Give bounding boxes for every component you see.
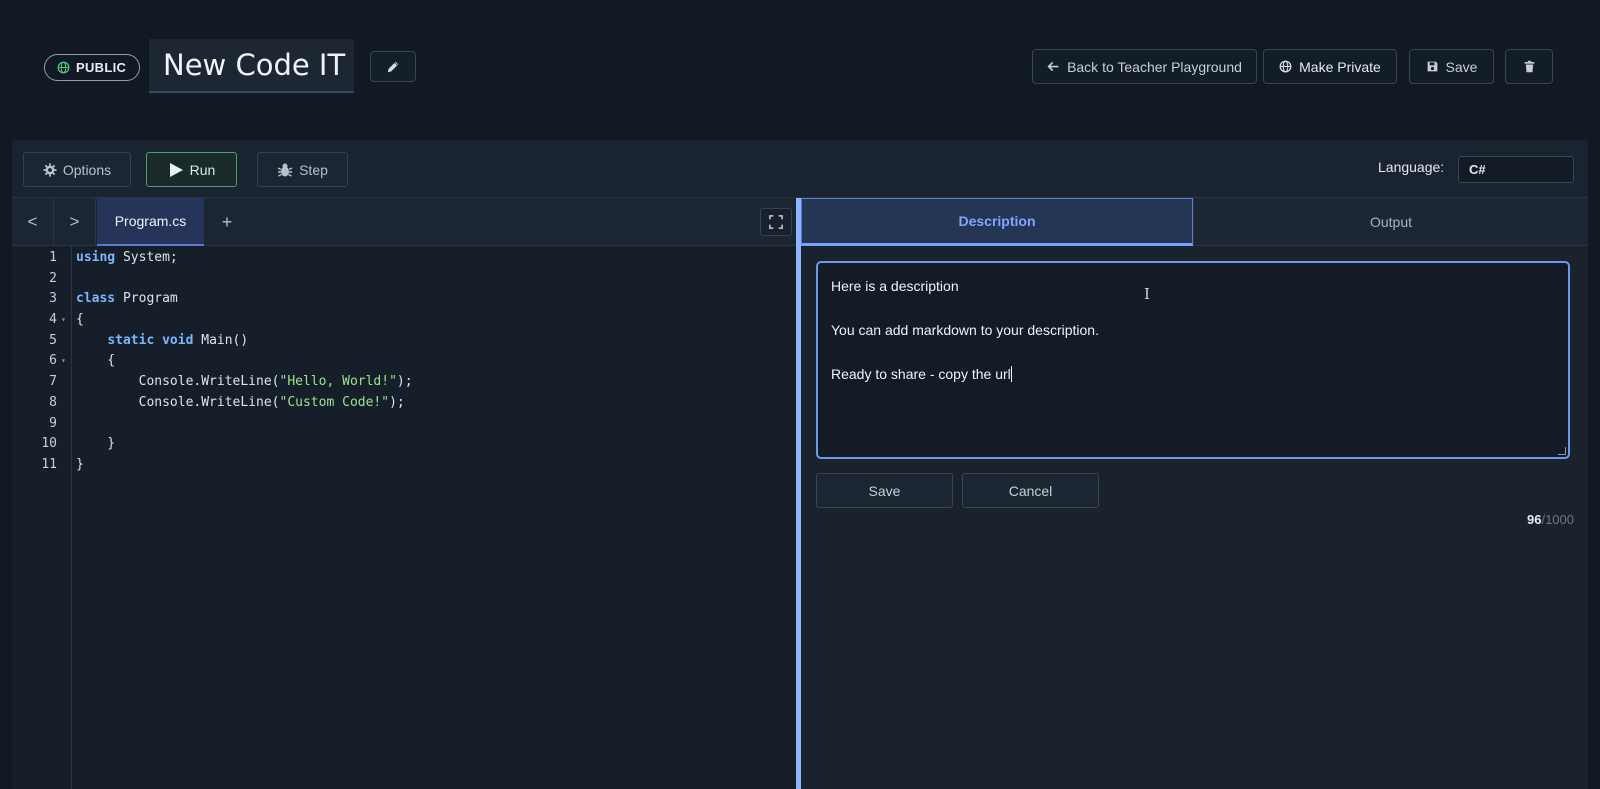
code-text: using System; [76, 250, 178, 265]
tab-output[interactable]: Output [1193, 198, 1588, 246]
save-project-label: Save [1445, 58, 1478, 75]
make-private-label: Make Private [1299, 58, 1381, 75]
tab-description[interactable]: Description [801, 198, 1193, 246]
prev-tab-button[interactable]: < [12, 198, 54, 246]
back-to-playground-button[interactable]: Back to Teacher Playground [1032, 49, 1257, 84]
play-icon [169, 162, 183, 177]
code-line: 1 using System; [12, 248, 796, 269]
fold-arrow-icon[interactable]: ▾ [61, 310, 66, 331]
run-label: Run [189, 161, 216, 178]
description-line: Here is a description [831, 278, 959, 294]
floppy-disk-icon [1427, 61, 1437, 72]
globe-icon [1279, 60, 1292, 73]
back-to-playground-label: Back to Teacher Playground [1067, 58, 1242, 75]
arrow-left-icon [1047, 61, 1059, 72]
code-editor: < > Program.cs + 1 using System; 2 3 class P… [12, 198, 796, 789]
line-number: 1 [49, 250, 57, 265]
line-number: 3 [49, 291, 57, 307]
options-button[interactable]: Options [23, 152, 131, 187]
line-number: 2 [49, 270, 57, 286]
character-count: 96 [1526, 512, 1542, 527]
line-number: 5 [49, 332, 57, 348]
next-tab-button[interactable]: > [54, 198, 96, 246]
panel-tabs: Description Output [801, 198, 1588, 246]
code-area[interactable]: 1 using System; 2 3 class Program 4 ▾{5 static… [12, 248, 796, 476]
trash-icon [1524, 60, 1534, 73]
bug-icon [277, 163, 293, 177]
add-file-button[interactable]: + [212, 198, 242, 246]
code-line: 5 static void Main() [12, 331, 796, 352]
code-text: { [76, 312, 84, 328]
line-number: 10 [41, 436, 57, 452]
globe-icon [57, 61, 70, 74]
text-caret [1010, 366, 1012, 382]
project-title[interactable]: New Code IT [149, 39, 354, 93]
code-line: 11} [12, 455, 796, 476]
editor-toolbar: Options Run Step Language: C# [12, 140, 1588, 198]
code-line: 3 class Program [12, 289, 796, 310]
save-project-button[interactable]: Save [1409, 49, 1494, 84]
code-text: static void Main() [107, 332, 249, 348]
code-line: 10 } [12, 434, 796, 455]
language-label: Language: [1378, 159, 1445, 175]
fold-arrow-icon[interactable]: ▾ [61, 351, 66, 372]
delete-project-button[interactable] [1505, 49, 1553, 84]
code-text: Console.WriteLine("Hello, World!"); [76, 374, 413, 390]
description-save-button[interactable]: Save [816, 473, 953, 508]
line-number: 4 [49, 312, 57, 328]
pencil-icon [387, 61, 399, 72]
line-number: 8 [49, 394, 57, 410]
run-button[interactable]: Run [146, 152, 237, 187]
step-button[interactable]: Step [257, 152, 348, 187]
page-header: PUBLIC New Code IT Back to Teacher Playg… [0, 0, 1600, 140]
edit-title-button[interactable] [370, 51, 416, 82]
code-text: { [76, 353, 116, 369]
character-counter: 96/1000 [1527, 512, 1574, 527]
description-textarea[interactable]: Here is a description You can add markdo… [816, 261, 1570, 459]
code-text: } [76, 436, 116, 452]
code-line: 7 Console.WriteLine("Hello, World!"); [12, 372, 796, 393]
character-max: /1000 [1541, 512, 1574, 527]
line-number: 6 [49, 353, 57, 369]
code-line: 6 ▾ { [12, 351, 796, 372]
description-line: Ready to share - copy the url [831, 366, 1012, 382]
code-line: 9 [12, 414, 796, 435]
tab-program-cs[interactable]: Program.cs [97, 198, 204, 246]
fullscreen-button[interactable] [760, 208, 792, 236]
line-number: 11 [41, 456, 57, 472]
expand-icon [769, 215, 783, 229]
gear-icon [43, 162, 57, 177]
code-line: 8 Console.WriteLine("Custom Code!"); [12, 393, 796, 414]
visibility-badge-label: PUBLIC [76, 60, 127, 75]
step-label: Step [299, 161, 328, 178]
code-text: class Program [76, 291, 178, 307]
resize-handle[interactable] [1558, 447, 1566, 455]
line-number: 7 [49, 374, 57, 390]
file-tab-bar: < > Program.cs + [12, 198, 796, 246]
code-line: 4 ▾ { [12, 310, 796, 331]
side-panel: Description Output Here is a description… [801, 198, 1588, 789]
code-line: 2 [12, 269, 796, 290]
description-cancel-button[interactable]: Cancel [962, 473, 1099, 508]
options-label: Options [62, 161, 112, 178]
description-line: You can add markdown to your description… [831, 322, 1099, 338]
code-text: } [76, 456, 84, 472]
make-private-button[interactable]: Make Private [1263, 49, 1397, 84]
visibility-badge: PUBLIC [44, 54, 141, 81]
language-select[interactable]: C# [1458, 156, 1574, 183]
line-number: 9 [49, 415, 57, 431]
code-text: Console.WriteLine("Custom Code!"); [76, 394, 405, 410]
ibeam-cursor-icon: I [1144, 285, 1150, 303]
